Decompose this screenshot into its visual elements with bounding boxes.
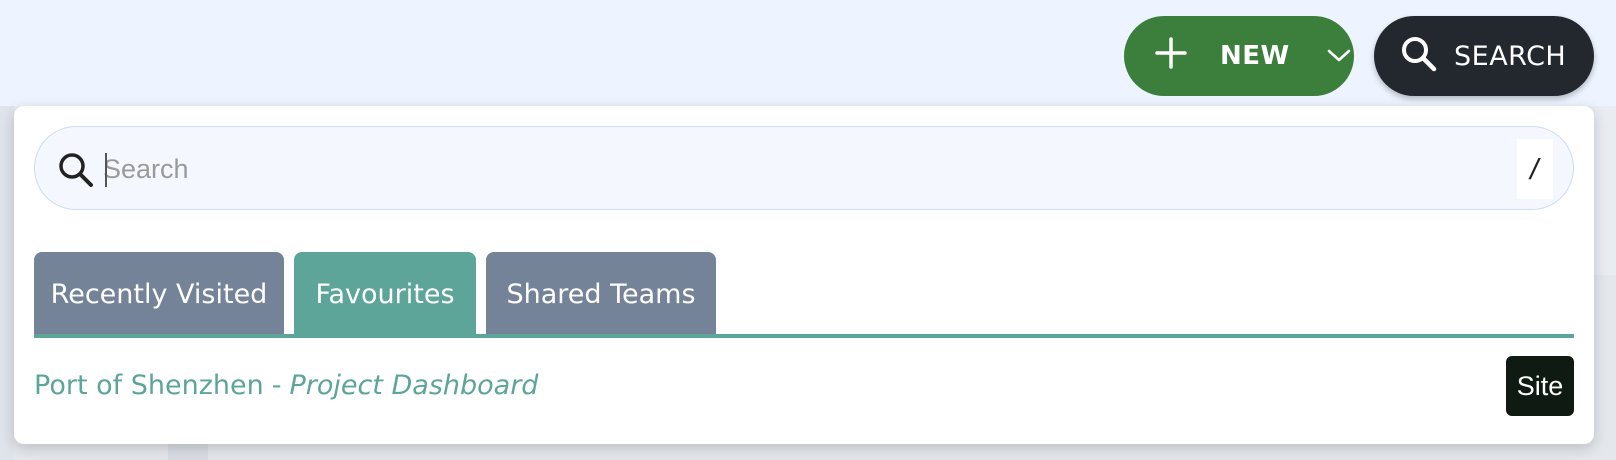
- list-item[interactable]: Port of Shenzhen - Project Dashboard Sit…: [34, 354, 1574, 416]
- search-button[interactable]: SEARCH: [1374, 16, 1594, 96]
- tab-shared-teams[interactable]: Shared Teams: [486, 252, 716, 336]
- search-tabs: Recently Visited Favourites Shared Teams: [34, 252, 726, 336]
- plus-icon: [1154, 36, 1190, 77]
- text-caret: [105, 153, 107, 187]
- tab-label: Favourites: [315, 278, 455, 310]
- result-type-badge: Site: [1506, 356, 1574, 416]
- tab-underline: [34, 334, 1574, 338]
- result-separator: -: [271, 369, 282, 401]
- tab-favourites[interactable]: Favourites: [294, 252, 476, 336]
- search-input[interactable]: [103, 145, 1483, 193]
- new-button[interactable]: NEW: [1124, 16, 1354, 96]
- result-site-link[interactable]: Port of Shenzhen: [34, 370, 264, 401]
- new-button-label: NEW: [1220, 41, 1290, 71]
- search-icon: [57, 151, 95, 189]
- search-field[interactable]: /: [34, 126, 1574, 210]
- background-left-panel: [0, 106, 14, 460]
- tab-label: Recently Visited: [50, 278, 268, 310]
- chevron-down-icon[interactable]: [1326, 43, 1352, 69]
- search-button-label: SEARCH: [1454, 40, 1567, 72]
- search-dropdown-panel: / Recently Visited Favourites Shared Tea…: [14, 106, 1594, 444]
- search-icon: [1400, 35, 1438, 77]
- tab-label: Shared Teams: [506, 278, 696, 310]
- result-page-link[interactable]: Project Dashboard: [289, 370, 538, 401]
- keyboard-shortcut-hint: /: [1517, 139, 1553, 199]
- tab-recently-visited[interactable]: Recently Visited: [34, 252, 284, 336]
